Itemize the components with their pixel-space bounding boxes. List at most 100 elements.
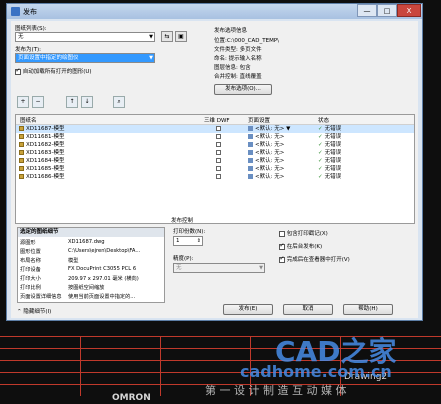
detail-value: 按图纸空间缩放 — [68, 285, 105, 291]
sheet-name-cell: XD11684-模型 — [19, 157, 64, 165]
page-setup-cell[interactable]: <默认: 无> — [248, 165, 284, 173]
table-row[interactable]: XD11682-模型 <默认: 无> ✓ 无错误 — [16, 141, 414, 149]
3d-dwf-checkbox[interactable] — [216, 158, 221, 163]
dialog-body: 图纸列表(S): 无▼ ⇆ ▣ 发布为(T): 页面设置中指定的绘图仪▼ 自动加… — [11, 21, 418, 318]
open-viewer-label: 完成后在查看器中打开(V) — [286, 257, 350, 263]
copies-label: 打印份数(N): — [173, 229, 206, 235]
publish-control-heading: 发布控制 — [171, 218, 194, 224]
title-bar[interactable]: 发布 — □ X — [7, 4, 422, 19]
col-status[interactable]: 状态 — [318, 116, 329, 124]
sheet-table: 图纸名 三维 DWF 页面设置 状态 XD11687-模型 <默认: 无> ▼ … — [15, 114, 415, 224]
move-down-icon[interactable]: ↓ — [81, 96, 93, 108]
watermark-tagline: 第 一 设 计 制 造 互 动 媒 体 — [205, 384, 347, 397]
auto-load-label: 自动加载所有打开的图形(U) — [22, 69, 92, 75]
maximize-button[interactable]: □ — [377, 4, 397, 17]
sheet-icon — [19, 142, 24, 147]
page-setup-value: <默认: 无> — [255, 158, 285, 164]
check-icon: ✓ — [318, 158, 323, 164]
check-icon: ✓ — [318, 174, 323, 180]
close-button[interactable]: X — [397, 4, 421, 17]
page-setup-cell[interactable]: <默认: 无> — [248, 141, 284, 149]
detail-key: 打印设备 — [20, 267, 41, 273]
add-sheets-icon[interactable]: + — [17, 96, 29, 108]
publish-background-option[interactable]: 在后台发布(K) — [279, 242, 322, 250]
publish-to-select[interactable]: 页面设置中指定的绘图仪 ▼ — [15, 53, 155, 63]
table-row[interactable]: XD11686-模型 <默认: 无> ✓ 无错误 — [16, 173, 414, 181]
3d-dwf-checkbox[interactable] — [216, 166, 221, 171]
page-setup-icon — [248, 166, 253, 171]
3d-dwf-checkbox[interactable] — [216, 126, 221, 131]
publish-options-button[interactable]: 发布选项(O)... — [214, 84, 272, 95]
hide-details-toggle[interactable]: ⌃ 隐藏细节(I) — [17, 307, 51, 315]
status-cell: ✓ 无错误 — [318, 165, 341, 173]
detail-key: 打印大小 — [20, 276, 41, 282]
precision-value: 无 — [176, 265, 182, 271]
publish-background-checkbox[interactable] — [279, 242, 285, 250]
detail-value: C:\Users\ejren\Desktop\FA... — [68, 248, 141, 254]
sheet-name: XD11682-模型 — [26, 142, 65, 148]
publish-button[interactable]: 发布(E) — [223, 304, 273, 315]
table-row[interactable]: XD11684-模型 <默认: 无> ✓ 无错误 — [16, 157, 414, 165]
3d-dwf-checkbox[interactable] — [216, 134, 221, 139]
table-row[interactable]: XD11683-模型 <默认: 无> ✓ 无错误 — [16, 149, 414, 157]
page-setup-cell[interactable]: <默认: 无> ▼ — [248, 125, 290, 133]
status-text: 无错误 — [324, 174, 342, 180]
precision-select[interactable]: 无 ▼ — [173, 263, 265, 273]
publish-options-info: 发布选项信息 位置:C:\000_CAD_TEMP\ 文件类型: 多页文件 命名… — [214, 26, 414, 106]
status-text: 无错误 — [324, 158, 342, 164]
sheet-name-cell: XD11683-模型 — [19, 149, 64, 157]
sheet-icon — [19, 158, 24, 163]
auto-load-checkbox[interactable]: 自动加载所有打开的图形(U) — [15, 67, 92, 75]
open-viewer-option[interactable]: 完成后在查看器中打开(V) — [279, 255, 350, 263]
load-sheet-list-icon[interactable]: ⇆ — [161, 31, 173, 42]
move-up-icon[interactable]: ↑ — [66, 96, 78, 108]
save-sheet-list-icon[interactable]: ▣ — [175, 31, 187, 42]
col-page-setup[interactable]: 页面设置 — [248, 116, 270, 124]
preview-icon[interactable]: ⌕ — [113, 96, 125, 108]
details-heading: 选定的图纸细节 — [18, 228, 164, 237]
info-location: 位置:C:\000_CAD_TEMP\ — [214, 38, 279, 44]
page-setup-value: <默认: 无> — [255, 134, 285, 140]
3d-dwf-checkbox[interactable] — [216, 174, 221, 179]
page-setup-cell[interactable]: <默认: 无> — [248, 133, 284, 141]
spinner-icon[interactable]: ⇕ — [197, 238, 201, 245]
page-setup-value: <默认: 无> — [255, 166, 285, 172]
drawing-line — [80, 336, 81, 396]
chevron-up-icon: ⌃ — [17, 309, 22, 315]
col-sheet-name[interactable]: 图纸名 — [20, 116, 37, 124]
minimize-button[interactable]: — — [357, 4, 377, 17]
open-viewer-checkbox[interactable] — [279, 255, 285, 263]
include-stamp-option[interactable]: 包含打印戳记(X) — [279, 229, 328, 237]
copies-stepper[interactable]: 1 ⇕ — [173, 236, 203, 246]
page-setup-cell[interactable]: <默认: 无> — [248, 149, 284, 157]
page-setup-value: <默认: 无> — [255, 126, 285, 132]
3d-dwf-checkbox[interactable] — [216, 142, 221, 147]
remove-sheets-icon[interactable]: − — [32, 96, 44, 108]
page-setup-value: <默认: 无> — [255, 150, 285, 156]
cancel-button[interactable]: 取消 — [283, 304, 333, 315]
sheet-icon — [19, 126, 24, 131]
sheet-list-value: 无 — [18, 34, 24, 40]
info-file-type: 文件类型: 多页文件 — [214, 47, 262, 53]
status-text: 无错误 — [324, 134, 342, 140]
page-setup-cell[interactable]: <默认: 无> — [248, 173, 284, 181]
info-naming: 命名: 提示输入名称 — [214, 56, 262, 62]
col-3d-dwf[interactable]: 三维 DWF — [204, 116, 230, 124]
include-stamp-checkbox[interactable] — [279, 230, 285, 237]
3d-dwf-checkbox[interactable] — [216, 150, 221, 155]
status-text: 无错误 — [324, 150, 342, 156]
table-row[interactable]: XD11681-模型 <默认: 无> ✓ 无错误 — [16, 133, 414, 141]
sheet-name: XD11683-模型 — [26, 150, 65, 156]
sheet-icon — [19, 150, 24, 155]
auto-load-check[interactable] — [15, 67, 21, 75]
detail-value: 209.97 x 297.01 毫米 (横向) — [68, 276, 139, 282]
check-icon: ✓ — [318, 126, 323, 132]
table-row[interactable]: XD11685-模型 <默认: 无> ✓ 无错误 — [16, 165, 414, 173]
status-cell: ✓ 无错误 — [318, 125, 341, 133]
table-row[interactable]: XD11687-模型 <默认: 无> ▼ ✓ 无错误 — [16, 125, 414, 133]
chevron-down-icon: ▼ — [149, 55, 153, 61]
page-setup-cell[interactable]: <默认: 无> — [248, 157, 284, 165]
detail-key: 图形位置 — [20, 249, 41, 255]
help-button[interactable]: 帮助(H) — [343, 304, 393, 315]
sheet-list-select[interactable]: 无 ▼ — [15, 32, 155, 42]
